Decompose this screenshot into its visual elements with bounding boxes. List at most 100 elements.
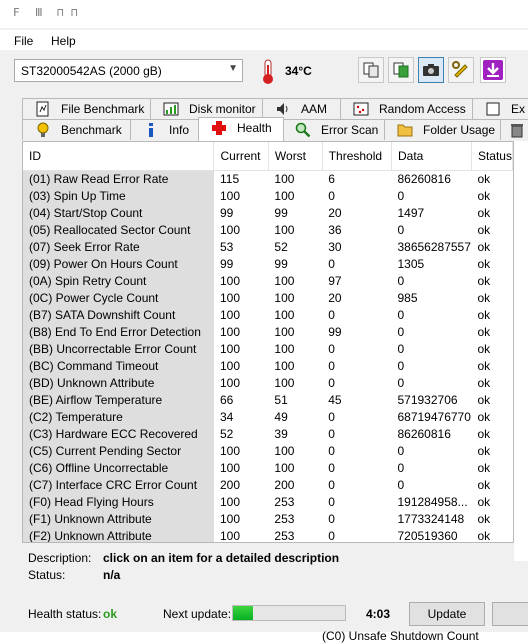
table-row[interactable]: (B8) End To End Error Detection 100 100 99 0…: [23, 323, 513, 340]
tab-random-access[interactable]: Random Access: [340, 98, 480, 119]
table-cell: 52: [274, 239, 288, 254]
table-cell: 253: [274, 511, 295, 526]
tab-label: Random Access: [379, 102, 466, 116]
copy-button[interactable]: [358, 57, 384, 83]
tab-info[interactable]: Info: [130, 119, 200, 140]
folder-icon: [397, 124, 413, 137]
table-row[interactable]: (BC) Command Timeout 100 100 0 0 ok: [23, 357, 513, 374]
table-cell: ok: [477, 392, 491, 407]
table-row[interactable]: (01) Raw Read Error Rate 115 100 6 86260816 o…: [23, 170, 513, 187]
table-row[interactable]: (03) Spin Up Time 100 100 0 0 ok: [23, 187, 513, 204]
title-bar: F Ⅲ ⊓ ⊓: [0, 0, 528, 28]
table-row[interactable]: (BE) Airflow Temperature 66 51 45 571932706 o…: [23, 391, 513, 408]
table-row[interactable]: (C3) Hardware ECC Recovered 52 39 0 86260816…: [23, 425, 513, 442]
tab-file-benchmark[interactable]: File Benchmark: [22, 98, 158, 119]
tab-label: Info: [169, 123, 190, 137]
health-status-value: ok: [103, 607, 118, 621]
column-header[interactable]: Status: [471, 142, 513, 171]
column-header[interactable]: Current: [213, 142, 269, 171]
table-row[interactable]: (F0) Head Flying Hours 100 253 0 191284958..…: [23, 493, 513, 510]
table-cell: 52: [219, 426, 234, 441]
column-header[interactable]: Worst: [268, 142, 323, 171]
table-row[interactable]: (C2) Temperature 34 49 0 68719476770 ok: [23, 408, 513, 425]
update-button[interactable]: Update: [409, 602, 485, 626]
table-cell: 99: [274, 205, 288, 220]
table-row[interactable]: (C6) Offline Uncorrectable 100 100 0 0 ok: [23, 459, 513, 476]
column-header[interactable]: Data: [391, 142, 472, 171]
table-cell: 30: [328, 239, 342, 254]
next-update-label: Next update:: [163, 607, 232, 621]
tab-benchmark[interactable]: Benchmark: [22, 119, 142, 140]
status-button[interactable]: [492, 602, 528, 626]
table-row[interactable]: (05) Reallocated Sector Count 100 100 36 0 ok: [23, 221, 513, 238]
table-cell: 0: [328, 426, 335, 441]
table-row[interactable]: (09) Power On Hours Count 99 99 0 1305 ok: [23, 255, 513, 272]
table-cell: 0: [397, 307, 405, 322]
table-row[interactable]: (BD) Unknown Attribute 100 100 0 0 ok: [23, 374, 513, 391]
table-cell: 1497: [397, 205, 425, 220]
table-cell: 0: [328, 477, 335, 492]
title-glyph: ⊓: [57, 6, 64, 19]
drive-select[interactable]: ST32000542AS (2000 gB) ▼: [14, 59, 243, 82]
table-cell: 720519360: [397, 528, 458, 543]
table-cell: ok: [477, 477, 491, 492]
table-cell: 97: [328, 273, 342, 288]
table-cell: 0: [397, 188, 405, 203]
column-header[interactable]: Threshold: [322, 142, 392, 171]
table-cell: (BC) Command Timeout: [23, 357, 214, 374]
thermometer-icon: [263, 59, 273, 84]
table-cell: 1773324148: [397, 511, 465, 526]
table-cell: 99: [219, 256, 234, 271]
table-cell: 86260816: [397, 171, 451, 186]
menu-file[interactable]: File: [14, 34, 33, 48]
table-cell: 20: [328, 290, 342, 305]
table-cell: ok: [477, 511, 491, 526]
table-row[interactable]: (F1) Unknown Attribute 100 253 0 1773324148 o…: [23, 510, 513, 527]
tab-health[interactable]: Health: [198, 117, 284, 141]
menu-help[interactable]: Help: [51, 34, 76, 48]
table-cell: (01) Raw Read Error Rate: [23, 170, 214, 187]
table-cell: 985: [397, 290, 418, 305]
background-window-text: (C0) Unsafe Shutdown Count: [322, 629, 479, 643]
table-cell: 39: [274, 426, 288, 441]
tab-folder-usage[interactable]: Folder Usage: [384, 119, 502, 140]
copy-text-button[interactable]: [388, 57, 414, 83]
table-row[interactable]: (0A) Spin Retry Count 100 100 97 0 ok: [23, 272, 513, 289]
table-cell: 0: [397, 460, 405, 475]
screenshot-button[interactable]: [418, 57, 444, 83]
copy-icon: [363, 62, 379, 78]
table-cell: 100: [274, 222, 295, 237]
table-cell: 115: [219, 171, 240, 186]
tab-label: AAM: [301, 102, 328, 116]
table-row[interactable]: (B7) SATA Downshift Count 100 100 0 0 ok: [23, 306, 513, 323]
smart-table: ID Current Worst Threshold Data Status (01) R…: [23, 142, 513, 543]
table-row[interactable]: (C5) Current Pending Sector 100 100 0 0 ok: [23, 442, 513, 459]
tab-label: Disk monitor: [189, 102, 256, 116]
speaker-icon: [277, 103, 288, 115]
tab-extra[interactable]: Ex: [472, 98, 528, 119]
tab-label: File Benchmark: [61, 102, 145, 116]
copy-green-icon: [393, 62, 409, 78]
download-button[interactable]: [480, 57, 506, 83]
status-label: Status:: [28, 568, 66, 582]
table-cell: 53: [219, 239, 234, 254]
table-row[interactable]: (F2) Unknown Attribute 100 253 0 720519360 ok: [23, 527, 513, 543]
table-row[interactable]: (04) Start/Stop Count 99 99 20 1497 ok: [23, 204, 513, 221]
table-row[interactable]: (0C) Power Cycle Count 100 100 20 985 ok: [23, 289, 513, 306]
table-cell: 100: [274, 443, 295, 458]
tab-erase[interactable]: [500, 119, 528, 140]
table-cell: ok: [477, 409, 491, 424]
wrench-icon: [452, 61, 468, 78]
table-row[interactable]: (C7) Interface CRC Error Count 200 200 0 0 ok: [23, 476, 513, 493]
options-button[interactable]: [448, 57, 474, 83]
table-cell: ok: [477, 528, 491, 543]
table-row[interactable]: (07) Seek Error Rate 53 52 30 38656287557 ok: [23, 238, 513, 255]
table-cell: 68719476770: [397, 409, 471, 424]
random-access-icon: [353, 102, 369, 116]
tab-disk-monitor[interactable]: Disk monitor: [150, 98, 270, 119]
table-row[interactable]: (BB) Uncorrectable Error Count 100 100 0 0 ok: [23, 340, 513, 357]
tab-error-scan[interactable]: Error Scan: [282, 119, 386, 140]
table-cell: 100: [219, 188, 241, 203]
column-header[interactable]: ID: [23, 142, 215, 171]
table-cell: 100: [274, 171, 295, 186]
